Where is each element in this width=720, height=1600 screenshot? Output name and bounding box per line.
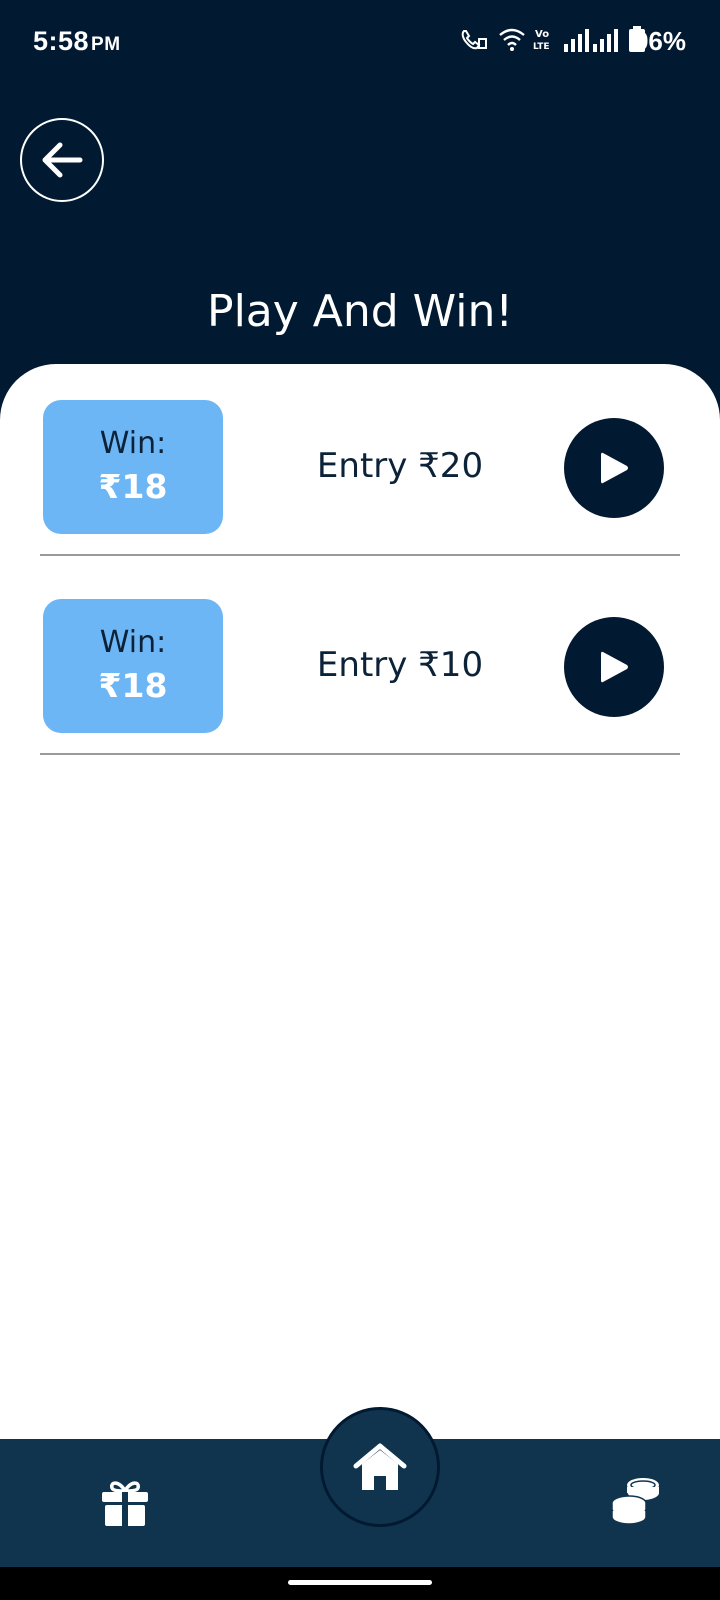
play-icon bbox=[601, 452, 628, 484]
svg-text:Vo: Vo bbox=[535, 29, 549, 40]
game-row: Win: ₹18 Entry ₹20 bbox=[40, 400, 680, 586]
signal-icon bbox=[593, 29, 618, 52]
svg-text:LTE: LTE bbox=[533, 42, 550, 52]
volte-icon: Vo LTE bbox=[533, 29, 550, 52]
header: 5:58 PM Vo LTE 96% Play And Win! bbox=[0, 0, 720, 420]
coins-icon bbox=[611, 1478, 659, 1525]
entry-fee: Entry ₹20 bbox=[316, 446, 484, 486]
play-icon bbox=[601, 651, 628, 683]
play-button[interactable] bbox=[564, 617, 664, 717]
game-list: Win: ₹18 Entry ₹20 Win: ₹18 Entry ₹10 bbox=[0, 364, 720, 1439]
wifi-calling-icon bbox=[461, 30, 487, 50]
nav-coins-button[interactable] bbox=[609, 1475, 661, 1527]
nav-gift-button[interactable] bbox=[100, 1477, 150, 1527]
home-icon bbox=[353, 1443, 407, 1490]
status-clock: 5:58 bbox=[33, 26, 90, 56]
gesture-handle[interactable] bbox=[288, 1580, 432, 1585]
win-badge: Win: ₹18 bbox=[43, 400, 223, 534]
status-bar: 5:58 PM Vo LTE 96% bbox=[0, 0, 720, 84]
win-amount: ₹18 bbox=[98, 666, 168, 705]
battery-percent: 96% bbox=[633, 26, 686, 56]
row-divider bbox=[40, 753, 680, 755]
win-badge: Win: ₹18 bbox=[43, 599, 223, 733]
gift-icon bbox=[102, 1481, 148, 1526]
bottom-nav bbox=[0, 1407, 720, 1567]
back-button[interactable] bbox=[20, 118, 104, 202]
play-button[interactable] bbox=[564, 418, 664, 518]
arrow-left-icon bbox=[42, 142, 83, 178]
row-divider bbox=[40, 554, 680, 556]
win-label: Win: bbox=[99, 625, 167, 660]
status-time: 5:58 PM bbox=[33, 26, 121, 57]
game-row: Win: ₹18 Entry ₹10 bbox=[40, 599, 680, 785]
nav-home-button[interactable] bbox=[320, 1407, 440, 1527]
status-ampm: PM bbox=[91, 34, 121, 55]
entry-fee: Entry ₹10 bbox=[316, 645, 484, 685]
page-title: Play And Win! bbox=[207, 286, 513, 337]
wifi-icon bbox=[499, 28, 525, 51]
win-amount: ₹18 bbox=[98, 467, 168, 506]
signal-icon bbox=[564, 29, 589, 52]
status-icons: Vo LTE 96% bbox=[420, 24, 720, 56]
gesture-area bbox=[0, 1567, 720, 1600]
win-label: Win: bbox=[99, 426, 167, 461]
